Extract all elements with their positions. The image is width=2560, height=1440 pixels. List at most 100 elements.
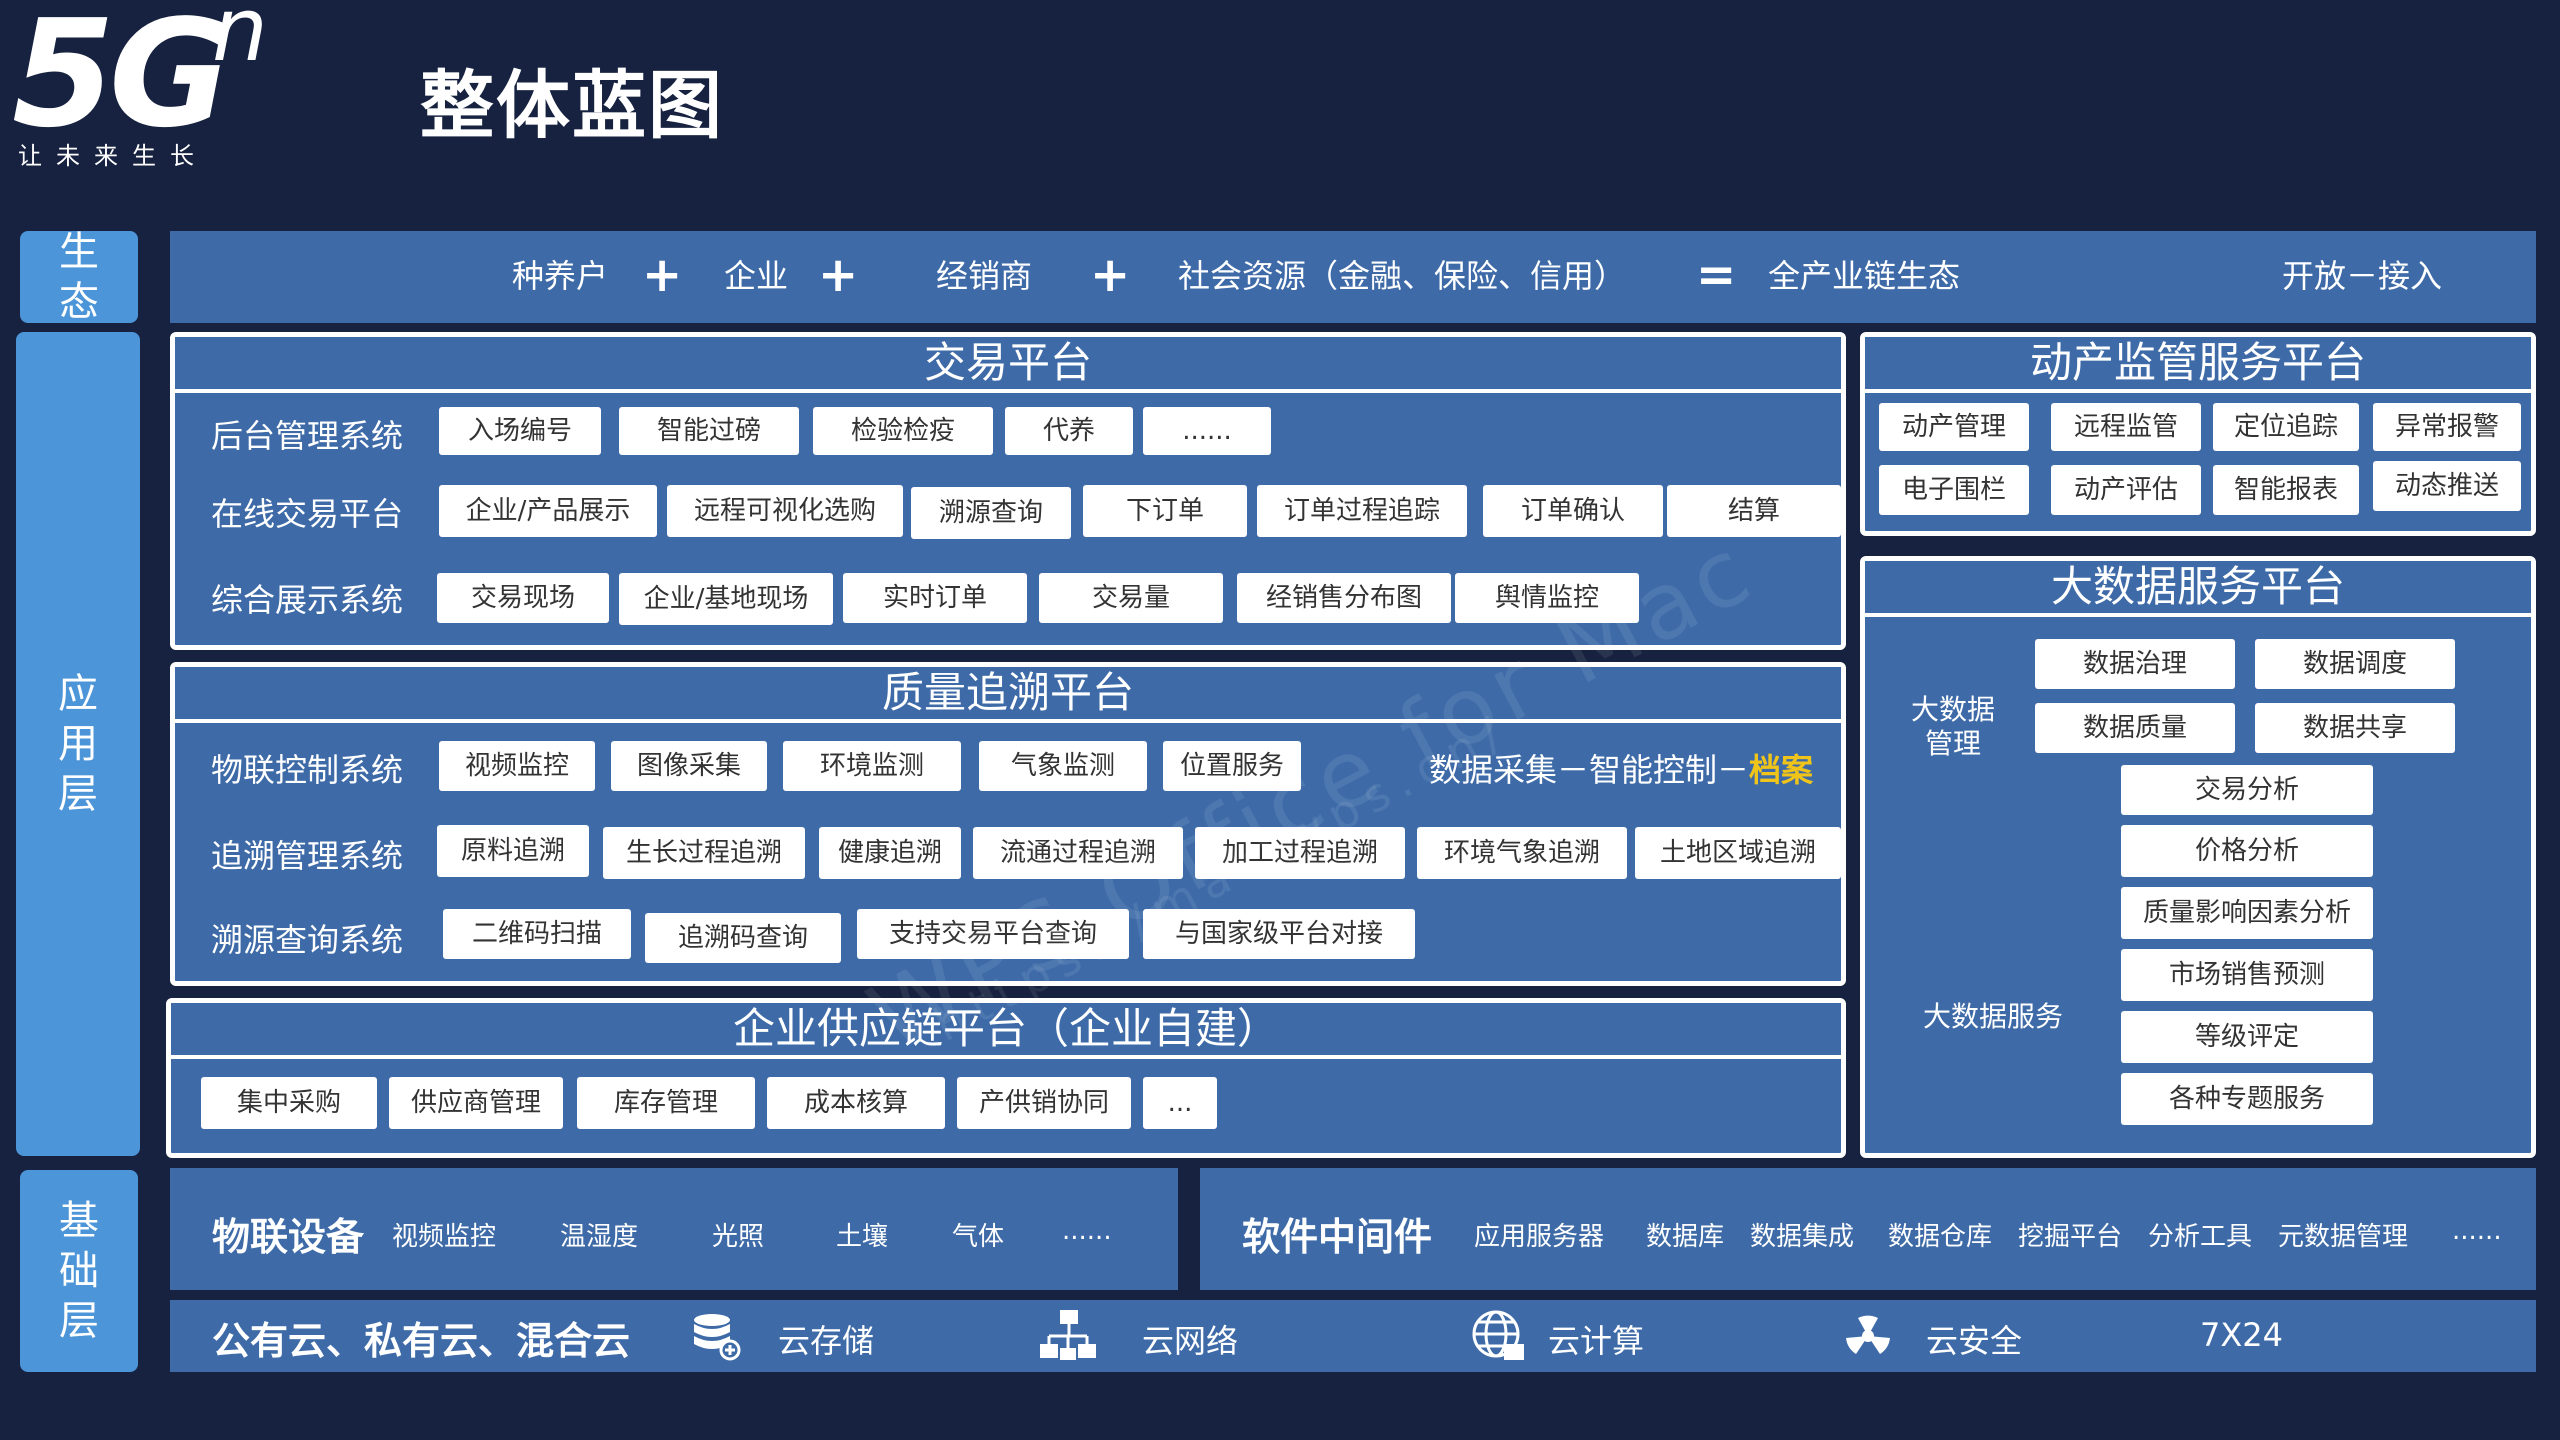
eco-item: 种养户 [512, 257, 609, 295]
chip: 入场编号 [439, 407, 601, 455]
middleware-item: ...... [2452, 1216, 2502, 1246]
chip: 企业/产品展示 [439, 485, 657, 537]
chip: 数据共享 [2255, 703, 2455, 753]
chip: 电子围栏 [1879, 465, 2029, 515]
chip: 土地区域追溯 [1635, 827, 1841, 879]
chip: 库存管理 [577, 1077, 755, 1129]
chip: 质量影响因素分析 [2121, 887, 2373, 939]
chip: 经销售分布图 [1237, 573, 1451, 623]
cloud-item-label: 云安全 [1926, 1322, 2023, 1360]
middleware-item: 分析工具 [2148, 1222, 2253, 1252]
chip: 数据治理 [2035, 639, 2235, 689]
plus-sign: + [818, 247, 859, 303]
chip: 成本核算 [767, 1077, 945, 1129]
chip: 供应商管理 [389, 1077, 563, 1129]
eco-item: 全产业链生态 [1768, 257, 1961, 295]
chip: 企业/基地现场 [619, 573, 833, 625]
bigdata-mgmt-label: 大数据管理 [1911, 693, 1996, 760]
chip: 异常报警 [2373, 403, 2521, 451]
chip: 远程可视化选购 [667, 485, 903, 537]
chip: 动产评估 [2051, 465, 2201, 515]
iot-item: 气体 [952, 1222, 1005, 1252]
middleware-title: 软件中间件 [1242, 1215, 1433, 1259]
iot-item: ...... [1062, 1216, 1112, 1246]
logo-5g: 5G [12, 0, 230, 160]
equals-sign: = [1696, 247, 1737, 303]
row-label: 在线交易平台 [211, 495, 404, 533]
chip: 实时订单 [843, 573, 1027, 623]
chip: ... [1143, 1077, 1217, 1129]
chip: 远程监管 [2051, 403, 2201, 451]
chip: 产供销协同 [957, 1077, 1131, 1129]
chip: 各种专题服务 [2121, 1073, 2373, 1125]
iot-devices: 物联设备 视频监控 温湿度 光照 土壤 气体 ...... [170, 1168, 1178, 1290]
plus-sign: + [1090, 247, 1131, 303]
chip: 智能报表 [2213, 465, 2359, 515]
chip: 原料追溯 [437, 825, 589, 877]
chip: 环境监测 [783, 741, 961, 791]
iot-item: 温湿度 [560, 1222, 639, 1252]
chip: 检验检疫 [813, 407, 993, 455]
chip: 生长过程追溯 [603, 827, 805, 879]
chip: 交易分析 [2121, 765, 2373, 815]
chip: 智能过磅 [619, 407, 799, 455]
livestock-platform: 动产监管服务平台 动产管理 远程监管 定位追踪 异常报警 电子围栏 动产评估 智… [1860, 332, 2536, 536]
plus-sign: + [642, 247, 683, 303]
iot-item: 土壤 [836, 1222, 889, 1252]
chip: 代养 [1005, 407, 1133, 455]
chip: 数据质量 [2035, 703, 2235, 753]
chip: 数据调度 [2255, 639, 2455, 689]
chip: 追溯码查询 [645, 913, 841, 963]
logo-tagline: 让未来生长 [18, 142, 208, 170]
chip: 交易量 [1039, 573, 1223, 623]
layer-base-label: 基础层 [20, 1170, 138, 1372]
logo-superscript: n [212, 0, 268, 81]
middleware-item: 挖掘平台 [2018, 1222, 2123, 1252]
chip: 市场销售预测 [2121, 949, 2373, 1001]
trading-row: 后台管理系统 入场编号 智能过磅 检验检疫 代养 ...... [193, 395, 1829, 467]
chip: 交易现场 [437, 573, 609, 623]
livestock-platform-title: 动产监管服务平台 [1865, 337, 2531, 393]
chip: 溯源查询 [911, 487, 1071, 539]
eco-item: 社会资源（金融、保险、信用） [1178, 257, 1627, 295]
chip: 二维码扫描 [443, 909, 631, 959]
iot-item: 视频监控 [392, 1222, 497, 1252]
row-label: 追溯管理系统 [211, 837, 404, 875]
middleware-item: 数据仓库 [1888, 1222, 1993, 1252]
chip: 定位追踪 [2213, 403, 2359, 451]
quality-row: 物联控制系统 视频监控 图像采集 环境监测 气象监测 位置服务 数据采集－智能控… [193, 727, 1829, 803]
layer-eco-label: 生态 [20, 229, 138, 325]
database-icon [690, 1310, 742, 1362]
cloud-title: 公有云、私有云、混合云 [212, 1319, 631, 1363]
cloud-item-label: 云网络 [1142, 1322, 1239, 1360]
quality-note-highlight: 档案 [1749, 751, 1814, 789]
chip: 环境气象追溯 [1417, 827, 1627, 879]
chip: 健康追溯 [819, 827, 961, 879]
page-title: 整体蓝图 [420, 63, 724, 149]
trading-row: 在线交易平台 企业/产品展示 远程可视化选购 溯源查询 下订单 订单过程追踪 订… [193, 475, 1841, 547]
chip: 气象监测 [979, 741, 1147, 791]
trading-platform-title: 交易平台 [175, 337, 1841, 393]
middleware-item: 数据集成 [1750, 1222, 1855, 1252]
radiation-icon [1840, 1308, 1896, 1364]
row-label: 后台管理系统 [211, 417, 404, 455]
quality-row: 追溯管理系统 原料追溯 生长过程追溯 健康追溯 流通过程追溯 加工过程追溯 环境… [193, 811, 1841, 893]
chip: 动产管理 [1879, 403, 2029, 451]
eco-item: 企业 [724, 257, 789, 295]
layer-app-label: 应用层 [16, 332, 140, 1156]
row-label: 综合展示系统 [211, 581, 404, 619]
chip: 订单过程追踪 [1257, 485, 1467, 537]
chip: 价格分析 [2121, 825, 2373, 877]
chip: 订单确认 [1483, 485, 1663, 537]
eco-banner: 种养户 + 企业 + 经销商 + 社会资源（金融、保险、信用） = 全产业链生态… [170, 231, 2536, 323]
bigdata-service-label: 大数据服务 [1923, 1000, 2064, 1033]
globe-icon [1470, 1308, 1526, 1364]
iot-title: 物联设备 [212, 1215, 365, 1259]
iot-item: 光照 [712, 1222, 765, 1252]
chip: 下订单 [1083, 485, 1247, 537]
network-icon [1038, 1308, 1098, 1364]
chip: ...... [1143, 407, 1271, 455]
row-label: 溯源查询系统 [211, 921, 404, 959]
bigdata-platform: 大数据服务平台 大数据管理 数据治理 数据调度 数据质量 数据共享 大数据服务 … [1860, 556, 2536, 1158]
chip: 视频监控 [439, 741, 595, 791]
